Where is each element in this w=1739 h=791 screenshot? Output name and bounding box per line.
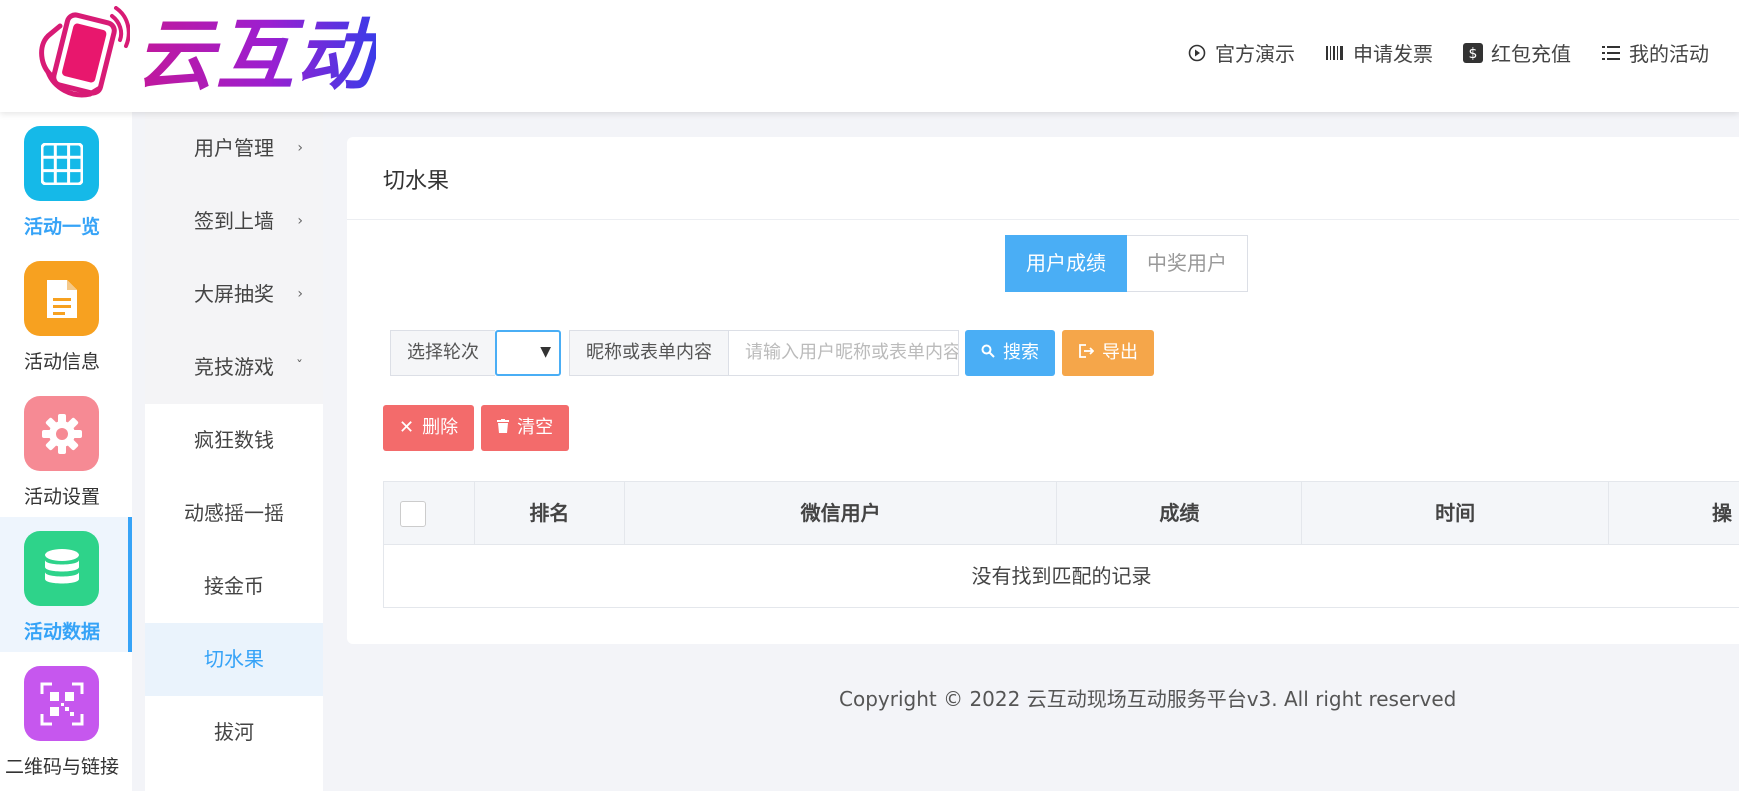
submenu-label: 动感摇一摇	[184, 501, 284, 525]
list-icon	[1601, 43, 1621, 63]
submenu-label: 拔河	[214, 720, 254, 744]
submenu-competitive-games[interactable]: 竞技游戏 ˇ	[145, 331, 323, 404]
phone-hand-logo-icon	[30, 6, 131, 106]
top-nav-recharge[interactable]: $ 红包充值	[1463, 38, 1571, 67]
column-score[interactable]: 成绩	[1057, 482, 1303, 545]
keyword-input[interactable]: 请输入用户昵称或表单内容	[729, 330, 959, 376]
svg-text:$: $	[1469, 46, 1478, 62]
action-bar: ✕ 删除 清空	[383, 405, 570, 451]
sidebar-item-label: 活动一览	[23, 216, 100, 238]
search-icon	[981, 330, 995, 376]
caret-down-icon: ▼	[540, 344, 551, 360]
keyword-label: 昵称或表单内容	[569, 330, 729, 376]
top-header: 云互动 官方演示 申请发票 $ 红包充值 我的活动	[0, 0, 1739, 112]
brand-name: 云互动	[136, 6, 376, 106]
column-rank[interactable]: 排名	[475, 482, 625, 545]
submenu-label: 疯狂数钱	[194, 428, 274, 452]
sidebar-item-activity-settings[interactable]: 活动设置	[0, 382, 132, 517]
submenu-user-management[interactable]: 用户管理 ›	[145, 112, 323, 185]
divider	[347, 219, 1739, 220]
submenu-tug-of-war[interactable]: 拔河	[145, 696, 323, 769]
submenu-fruit-ninja[interactable]: 切水果	[145, 623, 323, 696]
submenu-label: 大屏抽奖	[194, 282, 274, 306]
table-header: 排名 微信用户 成绩 时间 操	[384, 482, 1739, 545]
trash-icon	[497, 405, 510, 451]
top-nav-invoice[interactable]: 申请发票	[1325, 38, 1433, 67]
sidebar-item-label: 二维码与链接	[4, 756, 119, 778]
brand-logo[interactable]: 云互动	[30, 6, 376, 106]
search-button[interactable]: 搜索	[965, 330, 1055, 376]
play-circle-icon	[1187, 43, 1207, 63]
submenu-label: 切水果	[204, 647, 264, 671]
document-icon	[24, 261, 99, 336]
close-icon: ✕	[399, 417, 415, 438]
grid-icon	[24, 126, 99, 201]
qrcode-icon	[24, 666, 99, 741]
chevron-right-icon: ›	[297, 286, 303, 302]
export-icon	[1078, 330, 1095, 376]
barcode-icon	[1325, 43, 1345, 63]
sidebar-item-qrcode-links[interactable]: 二维码与链接	[0, 652, 132, 787]
page-title: 切水果	[383, 169, 450, 194]
sidebar-item-activity-info[interactable]: 活动信息	[0, 247, 132, 382]
database-icon	[24, 531, 99, 606]
submenu-label: 竞技游戏	[194, 355, 274, 379]
column-actions: 操	[1712, 501, 1732, 525]
sidebar-item-label: 活动数据	[23, 621, 100, 643]
tab-winning-users[interactable]: 中奖用户	[1127, 235, 1248, 292]
search-button-label: 搜索	[1003, 342, 1039, 363]
submenu-label: 接金币	[204, 574, 264, 598]
filter-bar: 选择轮次 ▼ 昵称或表单内容 请输入用户昵称或表单内容 搜索 导出	[390, 330, 1154, 376]
select-all-cell	[384, 482, 475, 545]
round-label: 选择轮次	[390, 330, 495, 376]
main-panel: 切水果 用户成绩 中奖用户 选择轮次 ▼ 昵称或表单内容 请输入用户昵称或表单内…	[347, 137, 1739, 644]
top-nav-official-demo[interactable]: 官方演示	[1187, 38, 1295, 67]
select-all-checkbox[interactable]	[400, 501, 426, 527]
top-nav-my-activities[interactable]: 我的活动	[1601, 38, 1709, 67]
delete-button[interactable]: ✕ 删除	[383, 405, 475, 451]
footer-copyright: Copyright © 2022 云互动现场互动服务平台v3. All righ…	[839, 687, 1457, 711]
round-select[interactable]: ▼	[495, 330, 561, 376]
export-button[interactable]: 导出	[1062, 330, 1154, 376]
gear-icon	[24, 396, 99, 471]
sidebar-item-activity-overview[interactable]: 活动一览	[0, 112, 132, 247]
empty-message: 没有找到匹配的记录	[971, 564, 1152, 588]
top-nav-label: 我的活动	[1629, 42, 1709, 66]
chevron-down-icon: ˇ	[296, 359, 303, 375]
sidebar-item-label: 活动设置	[23, 486, 100, 508]
column-wechat-user[interactable]: 微信用户	[625, 482, 1058, 545]
chevron-right-icon: ›	[297, 213, 303, 229]
submenu-signin-wall[interactable]: 签到上墙 ›	[145, 185, 323, 258]
top-nav-label: 申请发票	[1353, 42, 1433, 66]
chevron-right-icon: ›	[297, 140, 303, 156]
primary-sidebar: 活动一览 活动信息 活动设置 活动数据 二维码与链接	[0, 112, 132, 791]
clear-button-label: 清空	[517, 417, 554, 438]
submenu-label: 用户管理	[194, 136, 274, 160]
top-nav-label: 官方演示	[1215, 42, 1295, 66]
secondary-sidebar: 用户管理 › 签到上墙 › 大屏抽奖 › 竞技游戏 ˇ 疯狂数钱 动感摇一摇 接…	[145, 112, 323, 791]
column-time[interactable]: 时间	[1302, 482, 1609, 545]
sidebar-item-label: 活动信息	[23, 351, 100, 373]
clear-button[interactable]: 清空	[481, 405, 570, 451]
tab-user-scores[interactable]: 用户成绩	[1005, 235, 1127, 292]
dollar-icon: $	[1463, 42, 1483, 63]
submenu-crazy-money-count[interactable]: 疯狂数钱	[145, 404, 323, 477]
result-tabs: 用户成绩 中奖用户	[1005, 235, 1248, 292]
submenu-label: 签到上墙	[194, 209, 274, 233]
top-nav: 官方演示 申请发票 $ 红包充值 我的活动	[1187, 38, 1709, 67]
top-nav-label: 红包充值	[1491, 42, 1571, 66]
submenu-shake[interactable]: 动感摇一摇	[145, 477, 323, 550]
scores-table: 排名 微信用户 成绩 时间 操 没有找到匹配的记录	[383, 481, 1739, 608]
delete-button-label: 删除	[422, 417, 459, 438]
export-button-label: 导出	[1102, 342, 1138, 363]
sidebar-item-activity-data[interactable]: 活动数据	[0, 517, 132, 652]
submenu-catch-coins[interactable]: 接金币	[145, 550, 323, 623]
submenu-big-screen-lottery[interactable]: 大屏抽奖 ›	[145, 258, 323, 331]
